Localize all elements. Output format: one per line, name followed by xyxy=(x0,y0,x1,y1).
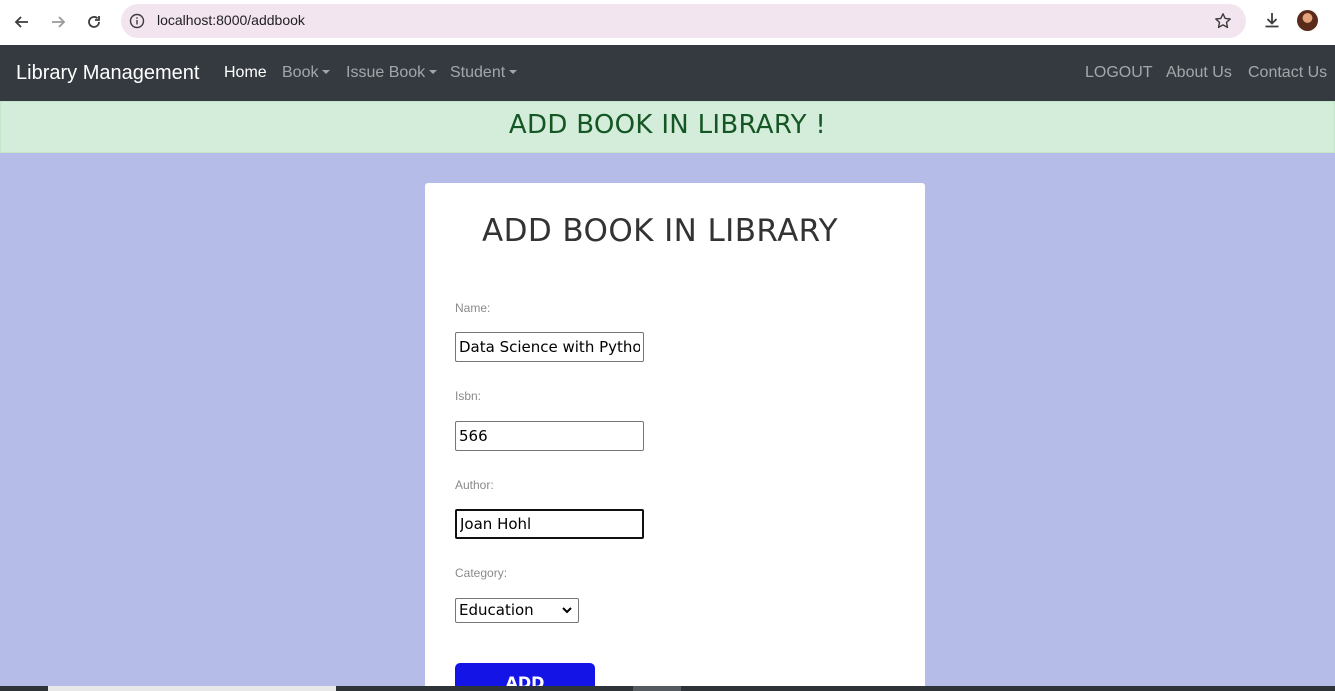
nav-home-label: Home xyxy=(224,64,267,81)
isbn-input[interactable] xyxy=(455,421,644,451)
nav-home[interactable]: Home xyxy=(224,64,267,82)
author-input[interactable] xyxy=(455,509,644,539)
top-navbar: Library Management Home Book Issue Book … xyxy=(0,45,1335,101)
download-icon[interactable] xyxy=(1262,10,1282,30)
site-info-icon[interactable] xyxy=(129,13,145,29)
browser-toolbar: localhost:8000/addbook xyxy=(0,0,1335,45)
chevron-down-icon xyxy=(562,607,572,614)
nav-book-label: Book xyxy=(282,64,319,81)
profile-avatar-icon[interactable] xyxy=(1297,10,1318,31)
brand-link[interactable]: Library Management xyxy=(16,62,199,85)
reload-icon[interactable] xyxy=(81,9,107,35)
nav-book-dropdown[interactable]: Book xyxy=(282,64,331,82)
nav-issue-book-dropdown[interactable]: Issue Book xyxy=(346,64,438,82)
nav-about-us[interactable]: About Us xyxy=(1166,64,1232,82)
isbn-label: Isbn: xyxy=(455,389,482,403)
nav-student-label: Student xyxy=(450,64,506,81)
category-select[interactable]: Education xyxy=(455,598,579,623)
taskbar-app-button[interactable] xyxy=(633,686,681,691)
name-input[interactable] xyxy=(455,332,644,362)
add-book-form-card: ADD BOOK IN LIBRARY Name: Isbn: Author: … xyxy=(425,183,925,691)
address-bar[interactable]: localhost:8000/addbook xyxy=(121,4,1246,38)
chevron-down-icon xyxy=(322,70,331,74)
category-selected-value: Education xyxy=(459,601,534,619)
bookmark-star-icon[interactable] xyxy=(1214,12,1232,30)
url-text[interactable]: localhost:8000/addbook xyxy=(157,12,305,28)
category-label: Category: xyxy=(455,566,508,580)
author-label: Author: xyxy=(455,478,494,492)
back-arrow-icon[interactable] xyxy=(9,9,35,35)
alert-message: ADD BOOK IN LIBRARY ! xyxy=(508,110,827,140)
name-label: Name: xyxy=(455,301,491,315)
success-alert: ADD BOOK IN LIBRARY ! xyxy=(0,101,1335,153)
forward-arrow-icon[interactable] xyxy=(45,9,71,35)
form-title: ADD BOOK IN LIBRARY xyxy=(482,213,838,249)
nav-student-dropdown[interactable]: Student xyxy=(450,64,518,82)
nav-logout[interactable]: LOGOUT xyxy=(1085,64,1153,82)
taskbar-search-box[interactable] xyxy=(48,686,336,691)
nav-contact-us[interactable]: Contact Us xyxy=(1248,64,1327,82)
chevron-down-icon xyxy=(429,70,438,74)
nav-issue-book-label: Issue Book xyxy=(346,64,426,81)
chevron-down-icon xyxy=(509,70,518,74)
os-taskbar xyxy=(0,686,1335,691)
